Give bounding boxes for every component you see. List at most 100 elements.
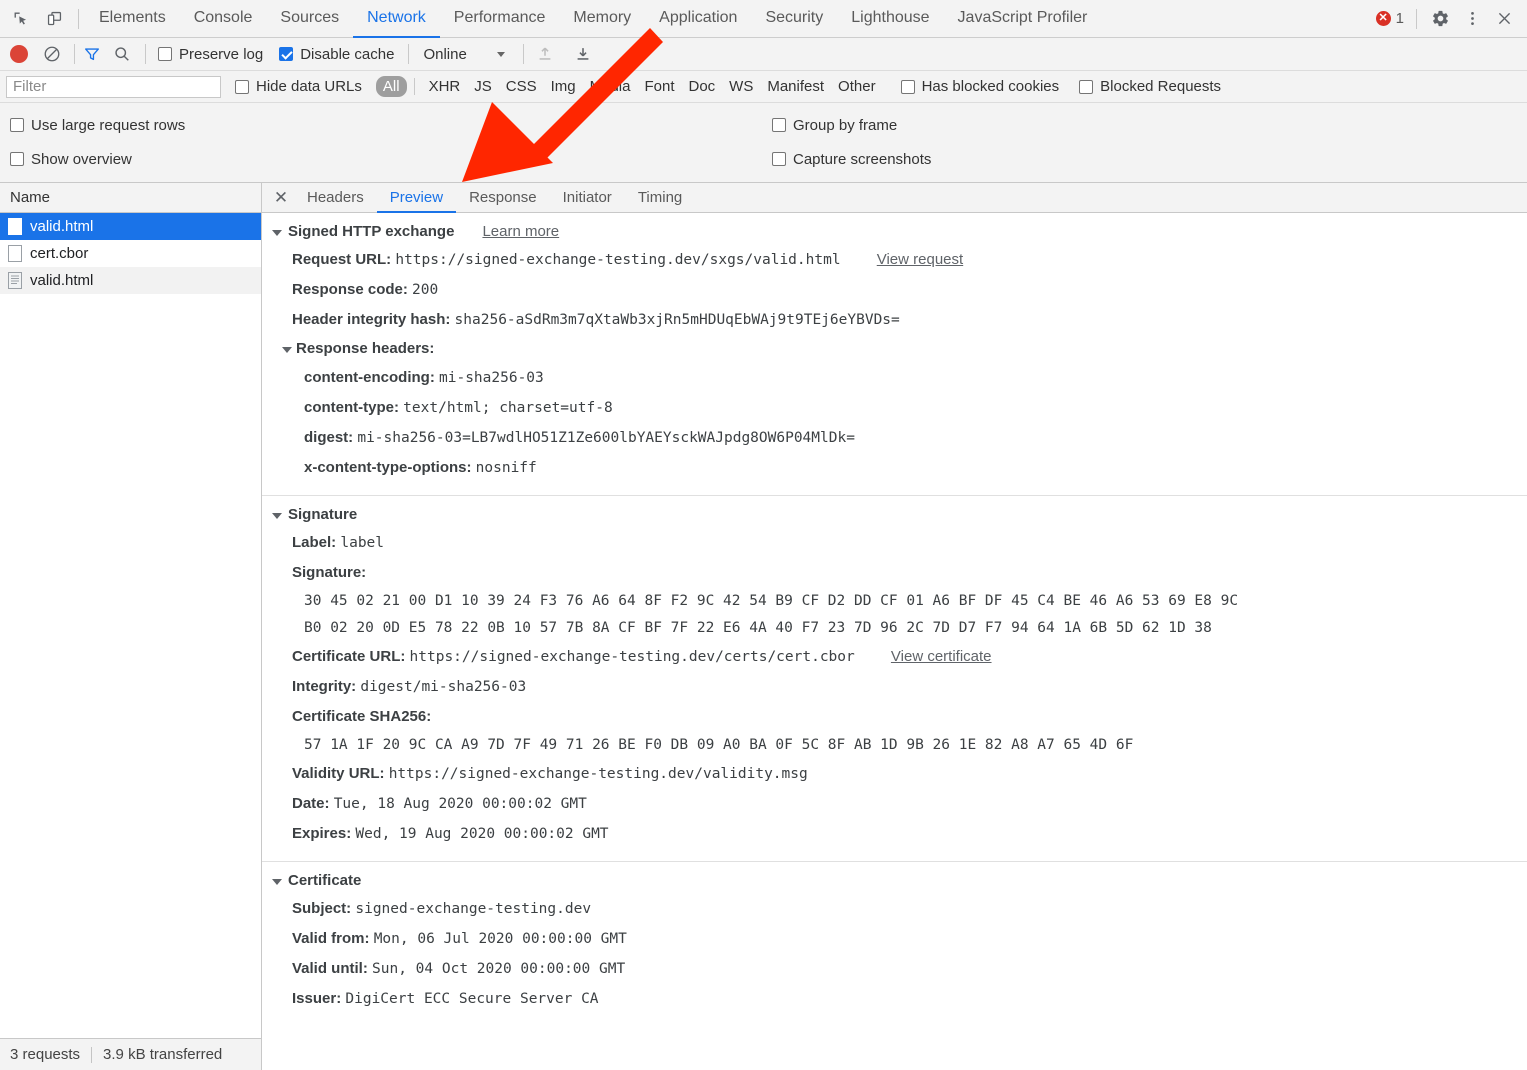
inspect-element-icon[interactable] [8, 7, 32, 31]
more-vertical-icon[interactable] [1457, 4, 1487, 34]
has-blocked-cookies-label: Has blocked cookies [922, 78, 1060, 95]
group-by-frame-box[interactable] [772, 118, 786, 132]
filter-input[interactable] [6, 76, 221, 98]
import-har-icon[interactable] [532, 41, 558, 67]
section-signed-http-exchange: Signed HTTP exchange Learn more Request … [262, 213, 1527, 496]
clear-button[interactable] [42, 44, 62, 64]
disable-cache-box[interactable] [279, 47, 293, 61]
close-detail-icon[interactable]: ✕ [268, 183, 294, 212]
view-certificate-link[interactable]: View certificate [891, 642, 992, 672]
preserve-log-box[interactable] [158, 47, 172, 61]
tab-sources[interactable]: Sources [266, 0, 353, 38]
field-certificate-url: Certificate URL: https://signed-exchange… [272, 642, 1527, 672]
network-settings-pane: Use large request rows Group by frame Sh… [0, 103, 1527, 183]
network-main-area: Name valid.html cert.cbor [0, 183, 1527, 1070]
field-key: Expires: [292, 825, 351, 842]
filter-divider [414, 78, 415, 95]
tab-elements[interactable]: Elements [85, 0, 180, 38]
blocked-requests-checkbox[interactable]: Blocked Requests [1079, 78, 1221, 95]
disclosure-triangle-icon[interactable] [282, 347, 292, 353]
throttling-select[interactable]: Online [423, 46, 504, 63]
section-title-row: Signed HTTP exchange Learn more [272, 223, 1527, 240]
field-key: Response code: [292, 281, 408, 298]
field-value: 200 [412, 282, 438, 298]
has-blocked-cookies-box[interactable] [901, 80, 915, 94]
filter-type-other[interactable]: Other [831, 76, 883, 97]
field-value: mi-sha256-03 [439, 370, 544, 386]
error-count-badge[interactable]: ✕ 1 [1376, 10, 1408, 27]
html-document-icon [8, 272, 22, 289]
field-expires: Expires: Wed, 19 Aug 2020 00:00:02 GMT [272, 819, 1527, 849]
capture-screenshots-box[interactable] [772, 152, 786, 166]
request-row-valid-html-sxg[interactable]: valid.html [0, 213, 261, 240]
tab-memory[interactable]: Memory [559, 0, 645, 38]
tab-security[interactable]: Security [751, 0, 837, 38]
filter-type-all[interactable]: All [376, 76, 407, 97]
tab-network[interactable]: Network [353, 0, 440, 38]
capture-screenshots-checkbox[interactable]: Capture screenshots [772, 151, 931, 168]
tab-timing[interactable]: Timing [625, 183, 695, 213]
record-button[interactable] [10, 45, 28, 63]
disclosure-triangle-icon[interactable] [272, 879, 282, 885]
tab-initiator[interactable]: Initiator [550, 183, 625, 213]
request-row-cert-cbor[interactable]: cert.cbor [0, 240, 261, 267]
filter-type-manifest[interactable]: Manifest [760, 76, 831, 97]
request-count: 3 requests [10, 1046, 80, 1063]
filter-type-img[interactable]: Img [544, 76, 583, 97]
close-icon[interactable] [1489, 4, 1519, 34]
tab-javascript-profiler[interactable]: JavaScript Profiler [944, 0, 1102, 38]
settings-row-1: Use large request rows Group by frame [0, 112, 1527, 138]
section-title: Signed HTTP exchange [288, 223, 454, 240]
show-overview-box[interactable] [10, 152, 24, 166]
field-value: label [340, 535, 384, 551]
preserve-log-checkbox[interactable]: Preserve log [158, 46, 263, 63]
disable-cache-checkbox[interactable]: Disable cache [279, 46, 394, 63]
field-key: Validity URL: [292, 765, 385, 782]
signature-hex-line-1: 30 45 02 21 00 D1 10 39 24 F3 76 A6 64 8… [272, 588, 1527, 615]
learn-more-link[interactable]: Learn more [482, 223, 559, 240]
tab-preview[interactable]: Preview [377, 183, 456, 213]
settings-row-2: Show overview Capture screenshots [0, 146, 1527, 172]
section-title: Signature [288, 506, 357, 523]
tab-headers[interactable]: Headers [294, 183, 377, 213]
filter-type-media[interactable]: Media [583, 76, 638, 97]
hide-data-urls-checkbox[interactable]: Hide data URLs [235, 78, 362, 95]
tab-application[interactable]: Application [645, 0, 751, 38]
preserve-log-label: Preserve log [179, 46, 263, 63]
disclosure-triangle-icon[interactable] [272, 513, 282, 519]
search-icon[interactable] [111, 43, 133, 65]
filter-type-ws[interactable]: WS [722, 76, 760, 97]
toolbar-divider-3 [408, 44, 409, 64]
settings-col-left-1: Use large request rows [0, 117, 770, 134]
show-overview-checkbox[interactable]: Show overview [10, 151, 770, 168]
blocked-requests-box[interactable] [1079, 80, 1093, 94]
device-toolbar-icon[interactable] [42, 7, 66, 31]
view-request-link[interactable]: View request [877, 245, 963, 275]
export-har-icon[interactable] [570, 41, 596, 67]
subsection-response-headers-title-row: Response headers: [272, 335, 1527, 363]
filter-type-js[interactable]: JS [467, 76, 499, 97]
group-by-frame-checkbox[interactable]: Group by frame [772, 117, 897, 134]
toolbar-divider-4 [523, 44, 524, 64]
tab-console[interactable]: Console [180, 0, 267, 38]
tab-response[interactable]: Response [456, 183, 550, 213]
tab-lighthouse[interactable]: Lighthouse [837, 0, 943, 38]
filter-type-doc[interactable]: Doc [681, 76, 722, 97]
field-value: nosniff [476, 460, 537, 476]
disclosure-triangle-icon[interactable] [272, 230, 282, 236]
filter-icon[interactable] [81, 43, 103, 65]
transferred-size: 3.9 kB transferred [103, 1046, 222, 1063]
filter-type-font[interactable]: Font [637, 76, 681, 97]
filter-type-xhr[interactable]: XHR [422, 76, 468, 97]
has-blocked-cookies-checkbox[interactable]: Has blocked cookies [901, 78, 1060, 95]
gear-icon[interactable] [1425, 4, 1455, 34]
use-large-request-rows-box[interactable] [10, 118, 24, 132]
request-row-valid-html[interactable]: valid.html [0, 267, 261, 294]
tab-performance[interactable]: Performance [440, 0, 560, 38]
hide-data-urls-box[interactable] [235, 80, 249, 94]
field-valid-from: Valid from: Mon, 06 Jul 2020 00:00:00 GM… [272, 924, 1527, 954]
filter-type-css[interactable]: CSS [499, 76, 544, 97]
field-subject: Subject: signed-exchange-testing.dev [272, 894, 1527, 924]
request-name: valid.html [30, 272, 93, 289]
use-large-request-rows-checkbox[interactable]: Use large request rows [10, 117, 770, 134]
